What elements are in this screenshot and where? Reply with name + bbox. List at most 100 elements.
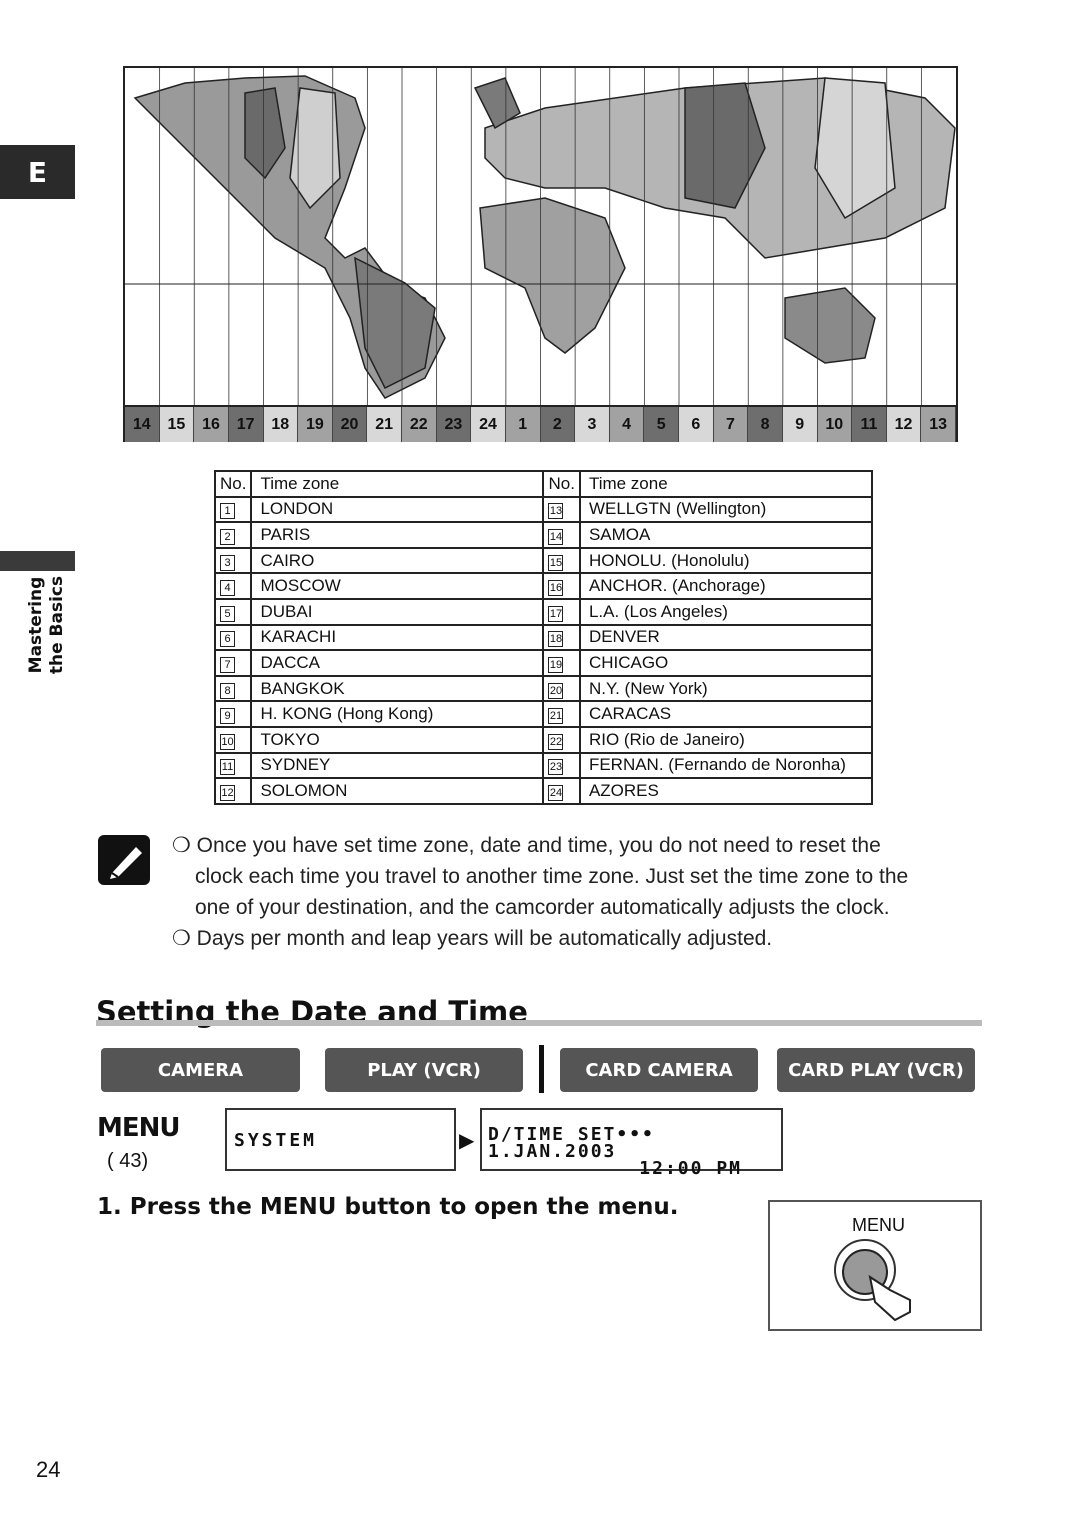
bullet: ❍ xyxy=(172,927,191,950)
header-zone: Time zone xyxy=(579,470,873,498)
table-row: 7 DACCA 19 CHICAGO xyxy=(213,649,873,677)
zone-number: 23 xyxy=(548,759,564,776)
zone-no: 18 xyxy=(542,623,581,652)
zone-no: 24 xyxy=(542,777,581,805)
zone-cell: 23 xyxy=(436,407,472,442)
world-time-zone-map xyxy=(123,66,958,442)
zone-no: 15 xyxy=(542,546,581,575)
zone-no: 23 xyxy=(542,751,581,780)
zone-number: 24 xyxy=(548,784,564,801)
zone-name: DACCA xyxy=(251,649,544,677)
zone-cell: 18 xyxy=(263,407,299,442)
zone-cell: 2 xyxy=(540,407,576,442)
zone-name: HONOLU. (Honolulu) xyxy=(579,546,873,575)
zone-cell: 15 xyxy=(159,407,195,442)
zone-number: 18 xyxy=(548,631,564,648)
page-reference: ( 43) xyxy=(107,1150,148,1173)
zone-cell: 19 xyxy=(298,407,333,442)
zone-no: 8 xyxy=(213,674,253,703)
page-number: 24 xyxy=(36,1457,61,1482)
mode-card-play-vcr: CARD PLAY (VCR) xyxy=(777,1048,975,1092)
zone-number: 4 xyxy=(220,580,235,597)
table-row: 8 BANGKOK 20 N.Y. (New York) xyxy=(213,674,873,703)
zone-no: 4 xyxy=(213,572,253,600)
zone-name: WELLGTN (Wellington) xyxy=(579,495,873,524)
zone-number: 13 xyxy=(548,503,564,520)
zone-number: 7 xyxy=(220,656,235,673)
zone-cell: 24 xyxy=(471,407,506,442)
zone-name: ANCHOR. (Anchorage) xyxy=(579,572,873,600)
table-row: 2 PARIS 14 SAMOA xyxy=(213,521,873,549)
table-row: 12 SOLOMON 24 AZORES xyxy=(213,777,873,805)
zone-number: 14 xyxy=(548,528,564,545)
zone-name: RIO (Rio de Janeiro) xyxy=(579,725,873,754)
menu-system-box: SYSTEM xyxy=(225,1108,456,1171)
zone-number: 8 xyxy=(220,682,235,699)
zone-name: CARACAS xyxy=(579,700,873,728)
zone-name: AZORES xyxy=(579,777,873,805)
menu-system-text: SYSTEM xyxy=(234,1130,318,1151)
section-label-line: Mastering xyxy=(26,576,46,674)
map-graphic xyxy=(125,68,956,405)
zone-number: 20 xyxy=(548,682,564,699)
zone-number: 22 xyxy=(548,733,564,750)
table-row: 9 H. KONG (Hong Kong) 21 CARACAS xyxy=(213,700,873,728)
menu-logo: MENU xyxy=(97,1113,181,1143)
time-zone-strip: 14 15 16 17 18 19 20 21 22 23 24 1 2 3 4 5 6 7 8 9 10 11 12 13 xyxy=(125,405,956,442)
note-text: clock each time you travel to another ti… xyxy=(195,865,909,888)
zone-name: CHICAGO xyxy=(579,649,873,677)
zone-name: SAMOA xyxy=(579,521,873,549)
zone-cell: 3 xyxy=(575,407,610,442)
zone-number: 3 xyxy=(220,554,235,571)
zone-no: 13 xyxy=(542,495,581,524)
zone-name: L.A. (Los Angeles) xyxy=(579,597,873,626)
time-zone-table: No. Time zone No. Time zone 1 LONDON 13 … xyxy=(213,470,873,805)
table-row: 5 DUBAI 17 L.A. (Los Angeles) xyxy=(213,597,873,626)
note-text: one of your destination, and the camcord… xyxy=(195,896,890,919)
language-tab: E xyxy=(0,145,75,199)
step-1: 1. Press the MENU button to open the men… xyxy=(97,1194,679,1220)
header-zone: Time zone xyxy=(251,470,544,498)
zone-no: 1 xyxy=(213,495,253,524)
table-header-row: No. Time zone No. Time zone xyxy=(213,470,873,498)
zone-name: N.Y. (New York) xyxy=(579,674,873,703)
chevron-right-icon: ▶ xyxy=(459,1130,475,1152)
zone-no: 7 xyxy=(213,649,253,677)
zone-no: 12 xyxy=(213,777,253,805)
datetime-line: D/TIME SET••• 1.JAN.2003 xyxy=(488,1124,655,1162)
zone-no: 22 xyxy=(542,725,581,754)
mode-camera: CAMERA xyxy=(101,1048,300,1092)
zone-number: 9 xyxy=(220,708,235,725)
zone-cell: 17 xyxy=(228,407,264,442)
menu-button-illustration: MENU xyxy=(768,1200,982,1331)
zone-no: 17 xyxy=(542,597,581,626)
zone-number: 15 xyxy=(548,554,564,571)
zone-name: BANGKOK xyxy=(251,674,544,703)
zone-number: 19 xyxy=(548,656,564,673)
zone-number: 2 xyxy=(220,528,235,545)
zone-no: 19 xyxy=(542,649,581,677)
section-marker xyxy=(0,551,75,571)
table-row: 4 MOSCOW 16 ANCHOR. (Anchorage) xyxy=(213,572,873,600)
section-label-line: the Basics xyxy=(47,575,67,675)
zone-name: SOLOMON xyxy=(251,777,544,805)
zone-cell: 4 xyxy=(609,407,645,442)
zone-name: LONDON xyxy=(251,495,544,524)
header-no: No. xyxy=(542,470,581,498)
mode-card-camera: CARD CAMERA xyxy=(560,1048,758,1092)
zone-no: 9 xyxy=(213,700,253,728)
zone-cell: 22 xyxy=(402,407,437,442)
zone-name: DUBAI xyxy=(251,597,544,626)
zone-no: 3 xyxy=(213,546,253,575)
note-1: ❍ Once you have set time zone, date and … xyxy=(172,830,908,954)
zone-number: 5 xyxy=(220,605,235,622)
zone-cell: 6 xyxy=(679,407,714,442)
zone-cell: 20 xyxy=(332,407,368,442)
zone-no: 11 xyxy=(213,751,253,780)
zone-cell: 1 xyxy=(505,407,541,442)
zone-name: MOSCOW xyxy=(251,572,544,600)
note-text: Days per month and leap years will be au… xyxy=(196,927,773,950)
zone-no: 10 xyxy=(213,725,253,754)
table-row: 3 CAIRO 15 HONOLU. (Honolulu) xyxy=(213,546,873,575)
zone-no: 5 xyxy=(213,597,253,626)
